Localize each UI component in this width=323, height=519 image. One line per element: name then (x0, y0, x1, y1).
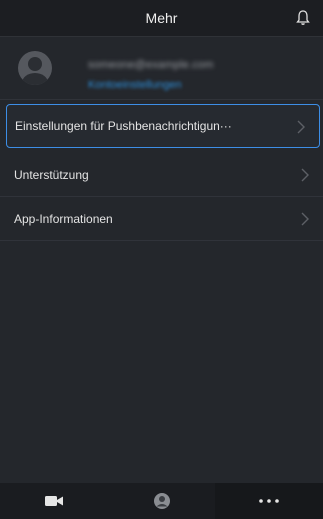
video-camera-icon (44, 496, 63, 506)
tab-more[interactable] (215, 483, 323, 519)
chevron-right-icon (301, 168, 309, 182)
menu-item-label: App-Informationen (14, 211, 113, 226)
bell-icon[interactable] (295, 9, 311, 27)
more-dots-icon (259, 499, 279, 503)
account-settings-link[interactable]: Kontoeinstellungen (88, 79, 182, 91)
menu-item-support[interactable]: Unterstützung (0, 153, 323, 197)
tab-video[interactable] (0, 483, 108, 519)
account-email: someone@example.com (88, 59, 214, 71)
top-bar: Mehr (0, 0, 323, 37)
page-title: Mehr (145, 10, 178, 26)
menu-item-label: Einstellungen für Pushbenachrichtigun··· (15, 119, 232, 133)
menu-item-app-info[interactable]: App-Informationen (0, 197, 323, 241)
menu-item-label: Unterstützung (14, 167, 89, 182)
bottom-navigation (0, 483, 323, 519)
menu-item-push-notification-settings[interactable]: Einstellungen für Pushbenachrichtigun··· (6, 104, 320, 148)
tab-profile[interactable] (108, 483, 216, 519)
avatar-placeholder-icon (22, 57, 48, 85)
person-circle-icon (153, 493, 170, 509)
avatar (18, 51, 52, 85)
chevron-right-icon (301, 212, 309, 226)
account-section[interactable]: someone@example.com Kontoeinstellungen (0, 37, 323, 100)
chevron-right-icon (297, 120, 305, 134)
